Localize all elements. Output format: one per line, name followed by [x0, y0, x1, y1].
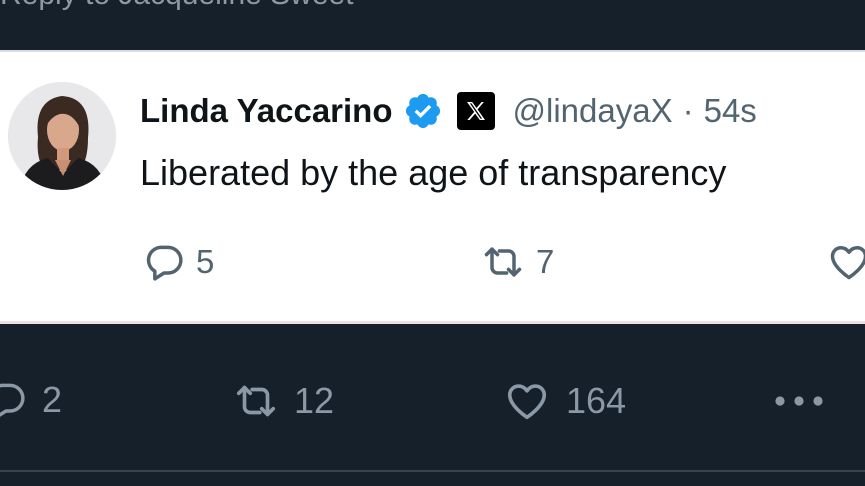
quoted-repost-count: 7: [536, 243, 555, 280]
author-handle[interactable]: @lindayaX: [513, 92, 673, 130]
quoted-reply-count: 5: [196, 243, 215, 280]
repost-button[interactable]: 12: [232, 378, 334, 424]
tweet-text: Liberated by the age of transparency: [140, 152, 727, 193]
tweet-header: Linda Yaccarino @lindayaX · 54s: [140, 86, 757, 136]
reply-icon: [0, 383, 25, 417]
reply-icon: [146, 245, 183, 281]
quoted-repost-button[interactable]: 7: [480, 240, 554, 284]
quoted-like-button[interactable]: [826, 240, 865, 284]
repost-icon: [236, 385, 276, 417]
separator-dot: ·: [682, 92, 694, 129]
heart-icon: [507, 384, 547, 420]
more-dots-icon: [775, 396, 823, 406]
like-button[interactable]: 164: [502, 378, 626, 424]
repost-icon: [484, 247, 522, 277]
more-options-button[interactable]: [770, 378, 842, 424]
heart-icon: [830, 245, 865, 280]
quoted-tweet-card[interactable]: Linda Yaccarino @lindayaX · 54s Liberate…: [0, 50, 865, 324]
verified-badge-icon: [405, 93, 440, 129]
x-logo-icon: [456, 92, 495, 130]
reply-to-text[interactable]: Reply to Jacqueline Sweet: [0, 0, 354, 12]
reply-count: 2: [42, 379, 63, 420]
avatar[interactable]: [8, 82, 116, 190]
timestamp[interactable]: 54s: [704, 92, 757, 130]
bottom-divider: [0, 470, 865, 472]
author-name[interactable]: Linda Yaccarino: [140, 92, 393, 130]
reply-context-bar: Reply to Jacqueline Sweet: [0, 0, 865, 50]
repost-count: 12: [294, 380, 335, 421]
like-count: 164: [566, 380, 627, 421]
reply-button[interactable]: 2: [0, 378, 62, 422]
quoted-reply-button[interactable]: 5: [142, 240, 214, 284]
